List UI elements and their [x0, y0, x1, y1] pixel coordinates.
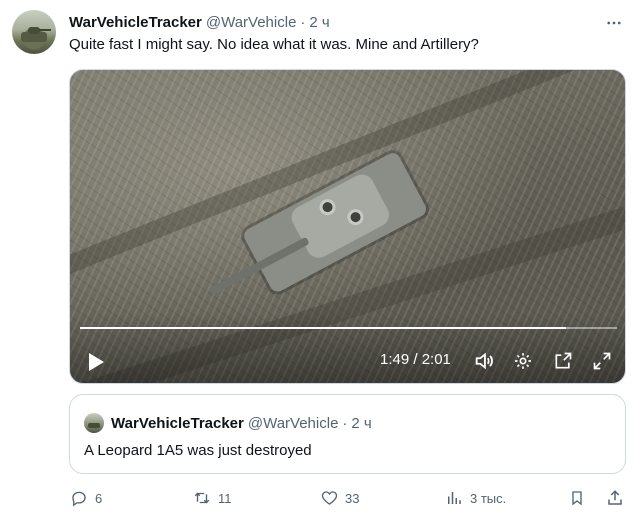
bookmark-button[interactable] — [567, 486, 587, 510]
retweet-button[interactable]: 11 — [192, 486, 232, 510]
video-player[interactable]: 1:49 / 2:01 — [69, 69, 626, 384]
quoted-display-name: WarVehicleTracker — [111, 414, 244, 432]
quoted-tweet-text: A Leopard 1A5 was just destroyed — [84, 442, 312, 459]
views-button[interactable]: 3 тыс. — [444, 486, 506, 510]
display-name[interactable]: WarVehicleTracker — [69, 14, 202, 31]
quoted-separator-dot: · — [342, 414, 348, 432]
video-timecode: 1:49 / 2:01 — [380, 351, 451, 368]
like-button[interactable]: 33 — [319, 486, 359, 510]
like-count: 33 — [345, 490, 360, 506]
separator-dot: · — [300, 13, 306, 31]
share-icon — [605, 488, 625, 508]
tweet-text: Quite fast I might say. No idea what it … — [69, 36, 479, 53]
pip-icon[interactable] — [552, 350, 574, 372]
reply-icon — [69, 488, 89, 508]
retweet-icon — [192, 488, 212, 508]
reply-count: 6 — [95, 490, 103, 506]
tweet-header: WarVehicleTracker @WarVehicle · 2 ч — [69, 12, 330, 32]
video-progress-bar[interactable] — [80, 327, 617, 329]
play-icon[interactable] — [84, 350, 108, 374]
views-icon — [444, 488, 464, 508]
timestamp[interactable]: 2 ч — [309, 14, 329, 31]
views-count: 3 тыс. — [470, 490, 507, 506]
quoted-tweet-header: WarVehicleTracker @WarVehicle · 2 ч — [111, 414, 372, 432]
bookmark-icon — [567, 488, 587, 508]
avatar[interactable] — [12, 10, 56, 54]
tweet[interactable]: WarVehicleTracker @WarVehicle · 2 ч Quit… — [0, 0, 640, 531]
video-progress-fill — [80, 327, 566, 329]
more-icon[interactable] — [604, 13, 624, 33]
gear-icon[interactable] — [512, 350, 534, 372]
handle[interactable]: @WarVehicle — [206, 14, 297, 31]
share-button[interactable] — [605, 486, 625, 510]
reply-button[interactable]: 6 — [69, 486, 102, 510]
quoted-timestamp: 2 ч — [351, 414, 372, 432]
quoted-tweet[interactable]: WarVehicleTracker @WarVehicle · 2 ч A Le… — [69, 394, 626, 474]
heart-icon — [319, 488, 339, 508]
retweet-count: 11 — [218, 490, 232, 506]
fullscreen-icon[interactable] — [591, 350, 613, 372]
action-bar: 6 11 33 3 тыс. — [69, 486, 629, 510]
quoted-handle: @WarVehicle — [247, 414, 339, 432]
quoted-avatar — [84, 413, 104, 433]
volume-icon[interactable] — [473, 350, 495, 372]
